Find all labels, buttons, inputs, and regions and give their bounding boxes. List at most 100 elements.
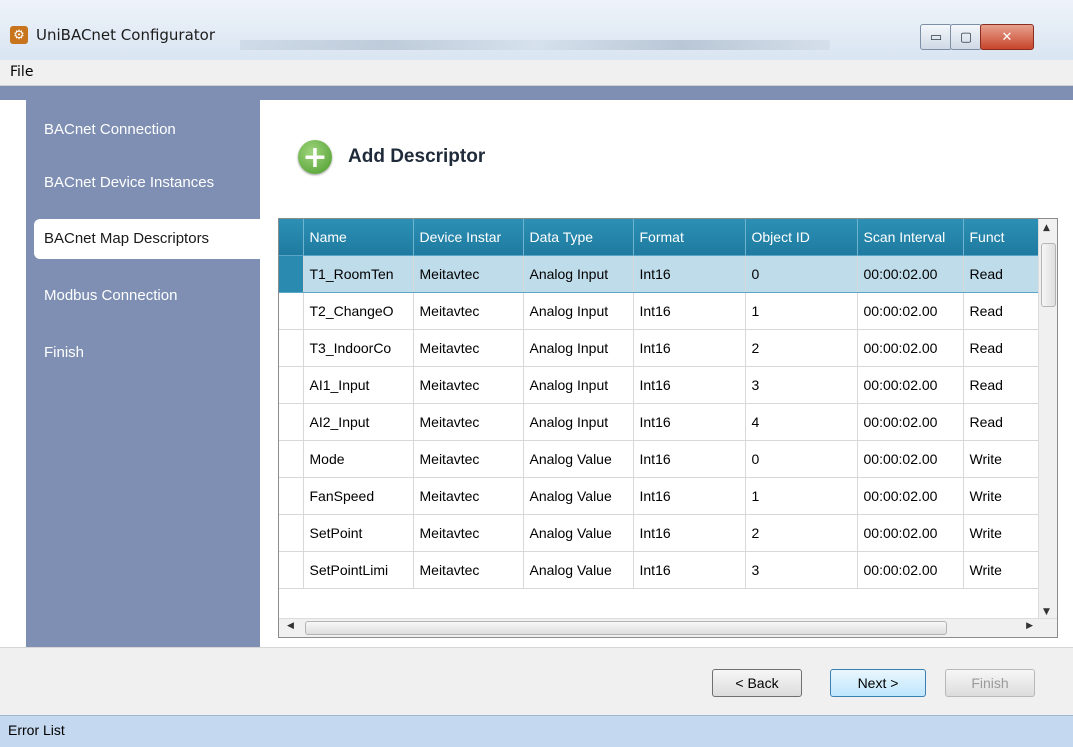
table-cell[interactable]: Meitavtec [413,477,524,515]
table-cell[interactable]: 4 [745,403,858,441]
table-row[interactable]: AI2_Input Meitavtec Analog Input Int16 4 00:0… [279,403,1039,441]
row-header[interactable] [279,440,304,478]
table-row[interactable]: Mode Meitavtec Analog Value Int16 0 00:00:02.… [279,440,1039,478]
table-row[interactable]: T1_RoomTen Meitavtec Analog Input Int16 0 00:… [279,255,1039,293]
table-cell[interactable]: Int16 [633,514,746,552]
menu-file[interactable]: File [10,64,33,80]
table-cell[interactable]: Analog Input [523,329,634,367]
row-header[interactable] [279,366,304,404]
table-cell[interactable]: Read [963,292,1039,330]
table-cell[interactable]: Analog Input [523,366,634,404]
table-cell[interactable]: 00:00:02.00 [857,329,964,367]
next-button[interactable]: Next > [830,669,926,697]
table-cell[interactable]: Int16 [633,329,746,367]
table-cell[interactable]: 00:00:02.00 [857,477,964,515]
table-cell[interactable]: Meitavtec [413,551,524,589]
table-row[interactable]: SetPoint Meitavtec Analog Value Int16 2 00:00… [279,514,1039,552]
row-header[interactable] [279,514,304,552]
table-cell[interactable]: Int16 [633,440,746,478]
table-cell[interactable]: Int16 [633,366,746,404]
column-header-format[interactable]: Format [633,219,746,256]
table-cell[interactable]: Analog Input [523,292,634,330]
table-cell[interactable]: SetPointLimi [303,551,414,589]
table-row[interactable]: FanSpeed Meitavtec Analog Value Int16 1 00:00… [279,477,1039,515]
column-header-function[interactable]: Funct [963,219,1039,256]
table-cell[interactable]: 2 [745,329,858,367]
table-cell[interactable]: Analog Value [523,440,634,478]
table-cell[interactable]: Int16 [633,255,746,293]
table-row[interactable]: SetPointLimi Meitavtec Analog Value Int16 3 0… [279,551,1039,589]
sidebar-item-bacnet-device-instances[interactable]: BACnet Device Instances [26,163,260,203]
table-cell[interactable]: T1_RoomTen [303,255,414,293]
table-cell[interactable]: FanSpeed [303,477,414,515]
column-header-data-type[interactable]: Data Type [523,219,634,256]
table-cell[interactable]: Analog Input [523,403,634,441]
table-cell[interactable]: Write [963,551,1039,589]
table-cell[interactable]: 2 [745,514,858,552]
table-cell[interactable]: T2_ChangeO [303,292,414,330]
table-cell[interactable]: Meitavtec [413,440,524,478]
table-cell[interactable]: 00:00:02.00 [857,403,964,441]
table-cell[interactable]: Int16 [633,403,746,441]
table-cell[interactable]: 1 [745,292,858,330]
table-cell[interactable]: AI2_Input [303,403,414,441]
column-header-device-instance[interactable]: Device Instar [413,219,524,256]
maximize-button[interactable]: ▢ [950,24,982,50]
table-cell[interactable]: 00:00:02.00 [857,440,964,478]
table-cell[interactable]: 3 [745,551,858,589]
table-cell[interactable]: Read [963,366,1039,404]
table-row[interactable]: AI1_Input Meitavtec Analog Input Int16 3 00:0… [279,366,1039,404]
table-cell[interactable]: Write [963,514,1039,552]
sidebar-item-finish[interactable]: Finish [26,333,260,373]
row-header[interactable] [279,403,304,441]
table-cell[interactable]: Meitavtec [413,255,524,293]
row-header[interactable] [279,477,304,515]
table-cell[interactable]: Analog Value [523,551,634,589]
scroll-down-arrow-icon[interactable]: ▼ [1043,607,1050,617]
row-header[interactable] [279,329,304,367]
table-cell[interactable]: Meitavtec [413,329,524,367]
table-cell[interactable]: T3_IndoorCo [303,329,414,367]
table-cell[interactable]: Analog Input [523,255,634,293]
sidebar-item-bacnet-map-descriptors[interactable]: BACnet Map Descriptors [34,219,260,259]
column-header-scan-interval[interactable]: Scan Interval [857,219,964,256]
table-cell[interactable]: 0 [745,255,858,293]
table-cell[interactable]: Meitavtec [413,292,524,330]
table-cell[interactable]: Int16 [633,551,746,589]
table-cell[interactable]: Read [963,403,1039,441]
table-cell[interactable]: Read [963,329,1039,367]
sidebar-item-modbus-connection[interactable]: Modbus Connection [26,276,260,316]
error-list-bar[interactable]: Error List [0,715,1073,747]
close-button[interactable]: ✕ [980,24,1034,50]
table-cell[interactable]: 3 [745,366,858,404]
table-cell[interactable]: AI1_Input [303,366,414,404]
table-cell[interactable]: Analog Value [523,477,634,515]
table-cell[interactable]: Read [963,255,1039,293]
table-cell[interactable]: 0 [745,440,858,478]
minimize-button[interactable]: ▭ [920,24,952,50]
table-cell[interactable]: 00:00:02.00 [857,292,964,330]
table-cell[interactable]: 1 [745,477,858,515]
table-cell[interactable]: Write [963,477,1039,515]
table-cell[interactable]: Mode [303,440,414,478]
table-cell[interactable]: SetPoint [303,514,414,552]
row-header[interactable] [279,292,304,330]
table-cell[interactable]: 00:00:02.00 [857,255,964,293]
horizontal-scroll-thumb[interactable] [305,621,947,635]
vertical-scrollbar[interactable]: ▲ ▼ [1038,219,1057,619]
table-cell[interactable]: 00:00:02.00 [857,551,964,589]
table-cell[interactable]: Write [963,440,1039,478]
scroll-up-arrow-icon[interactable]: ▲ [1043,223,1050,233]
table-cell[interactable]: 00:00:02.00 [857,366,964,404]
table-row[interactable]: T3_IndoorCo Meitavtec Analog Input Int16 2 00… [279,329,1039,367]
add-descriptor-button[interactable]: + Add Descriptor [298,140,485,175]
table-cell[interactable]: 00:00:02.00 [857,514,964,552]
table-cell[interactable]: Meitavtec [413,366,524,404]
horizontal-scrollbar[interactable]: ◀ ▶ [279,618,1057,637]
row-header[interactable] [279,551,304,589]
table-cell[interactable]: Meitavtec [413,403,524,441]
back-button[interactable]: < Back [712,669,802,697]
scroll-left-arrow-icon[interactable]: ◀ [287,621,294,631]
row-header[interactable] [279,255,304,293]
table-cell[interactable]: Int16 [633,292,746,330]
